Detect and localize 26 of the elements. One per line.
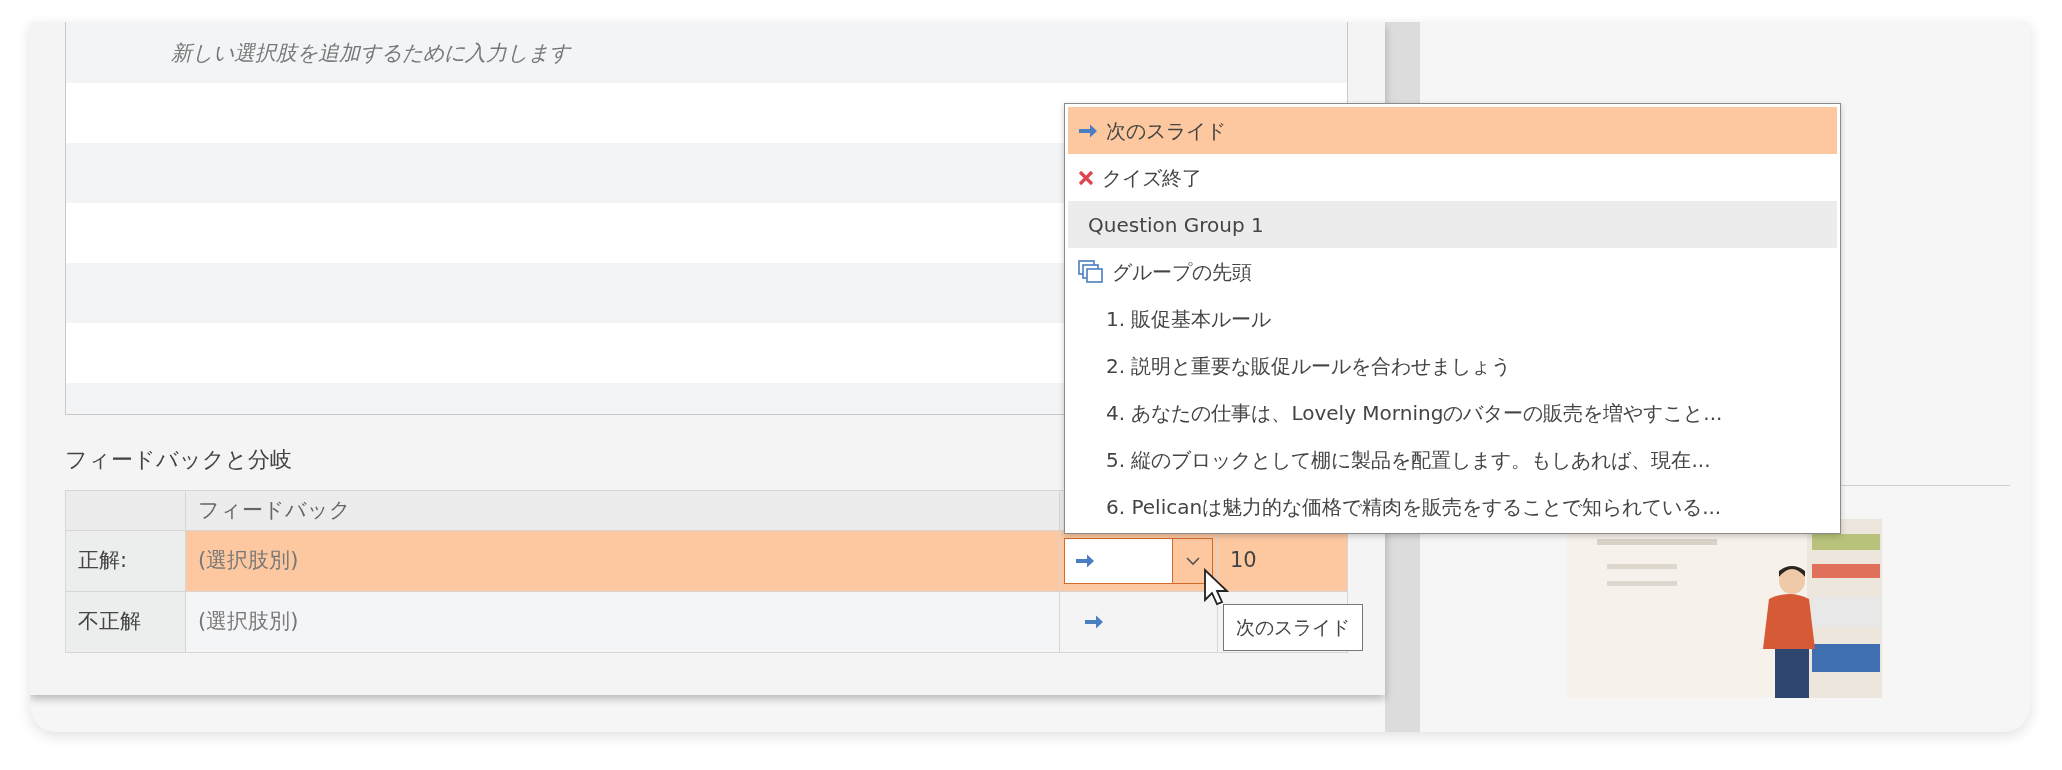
arrow-icon	[1078, 122, 1098, 139]
arrow-icon	[1084, 614, 1104, 631]
dropdown-toggle[interactable]	[1172, 539, 1212, 583]
arrow-icon	[1075, 553, 1095, 569]
menu-item[interactable]: 4. あなたの仕事は、Lovely Morningのバターの販売を増やすこと...	[1068, 389, 1837, 436]
stacked-squares-icon	[1078, 259, 1104, 284]
tooltip: 次のスライド	[1223, 604, 1363, 651]
menu-item[interactable]: 2. 説明と重要な販促ルールを合わせましょう	[1068, 342, 1837, 389]
row-label: 不正解	[65, 591, 186, 653]
menu-item[interactable]: 次のスライド	[1068, 107, 1837, 154]
caret-icon	[1185, 556, 1200, 566]
menu-item[interactable]: 6. Pelicanは魅力的な価格で精肉を販売をすることで知られている...	[1068, 483, 1837, 530]
branch-dropdown[interactable]	[1064, 538, 1213, 584]
input-field[interactable]: 新しい選択肢を追加するために入力します	[66, 22, 1347, 83]
menu-item[interactable]: クイズ終了	[1068, 154, 1837, 201]
close-icon	[1078, 169, 1094, 186]
row-label: 正解:	[65, 530, 186, 592]
menu-item[interactable]: グループの先頭	[1068, 248, 1837, 295]
table-cell: (選択肢別)	[185, 530, 1060, 592]
menu-item[interactable]: 5. 縦のブロックとして棚に製品を配置します。もしあれば、現在...	[1068, 436, 1837, 483]
column-header: フィードバック	[185, 490, 1060, 531]
menu-item[interactable]: 1. 販促基本ルール	[1068, 295, 1837, 342]
section-title: フィードバックと分岐	[65, 446, 292, 474]
menu-item[interactable]: Question Group 1	[1068, 201, 1837, 248]
table-cell: (選択肢別)	[185, 591, 1060, 653]
cursor-icon	[1203, 568, 1229, 608]
